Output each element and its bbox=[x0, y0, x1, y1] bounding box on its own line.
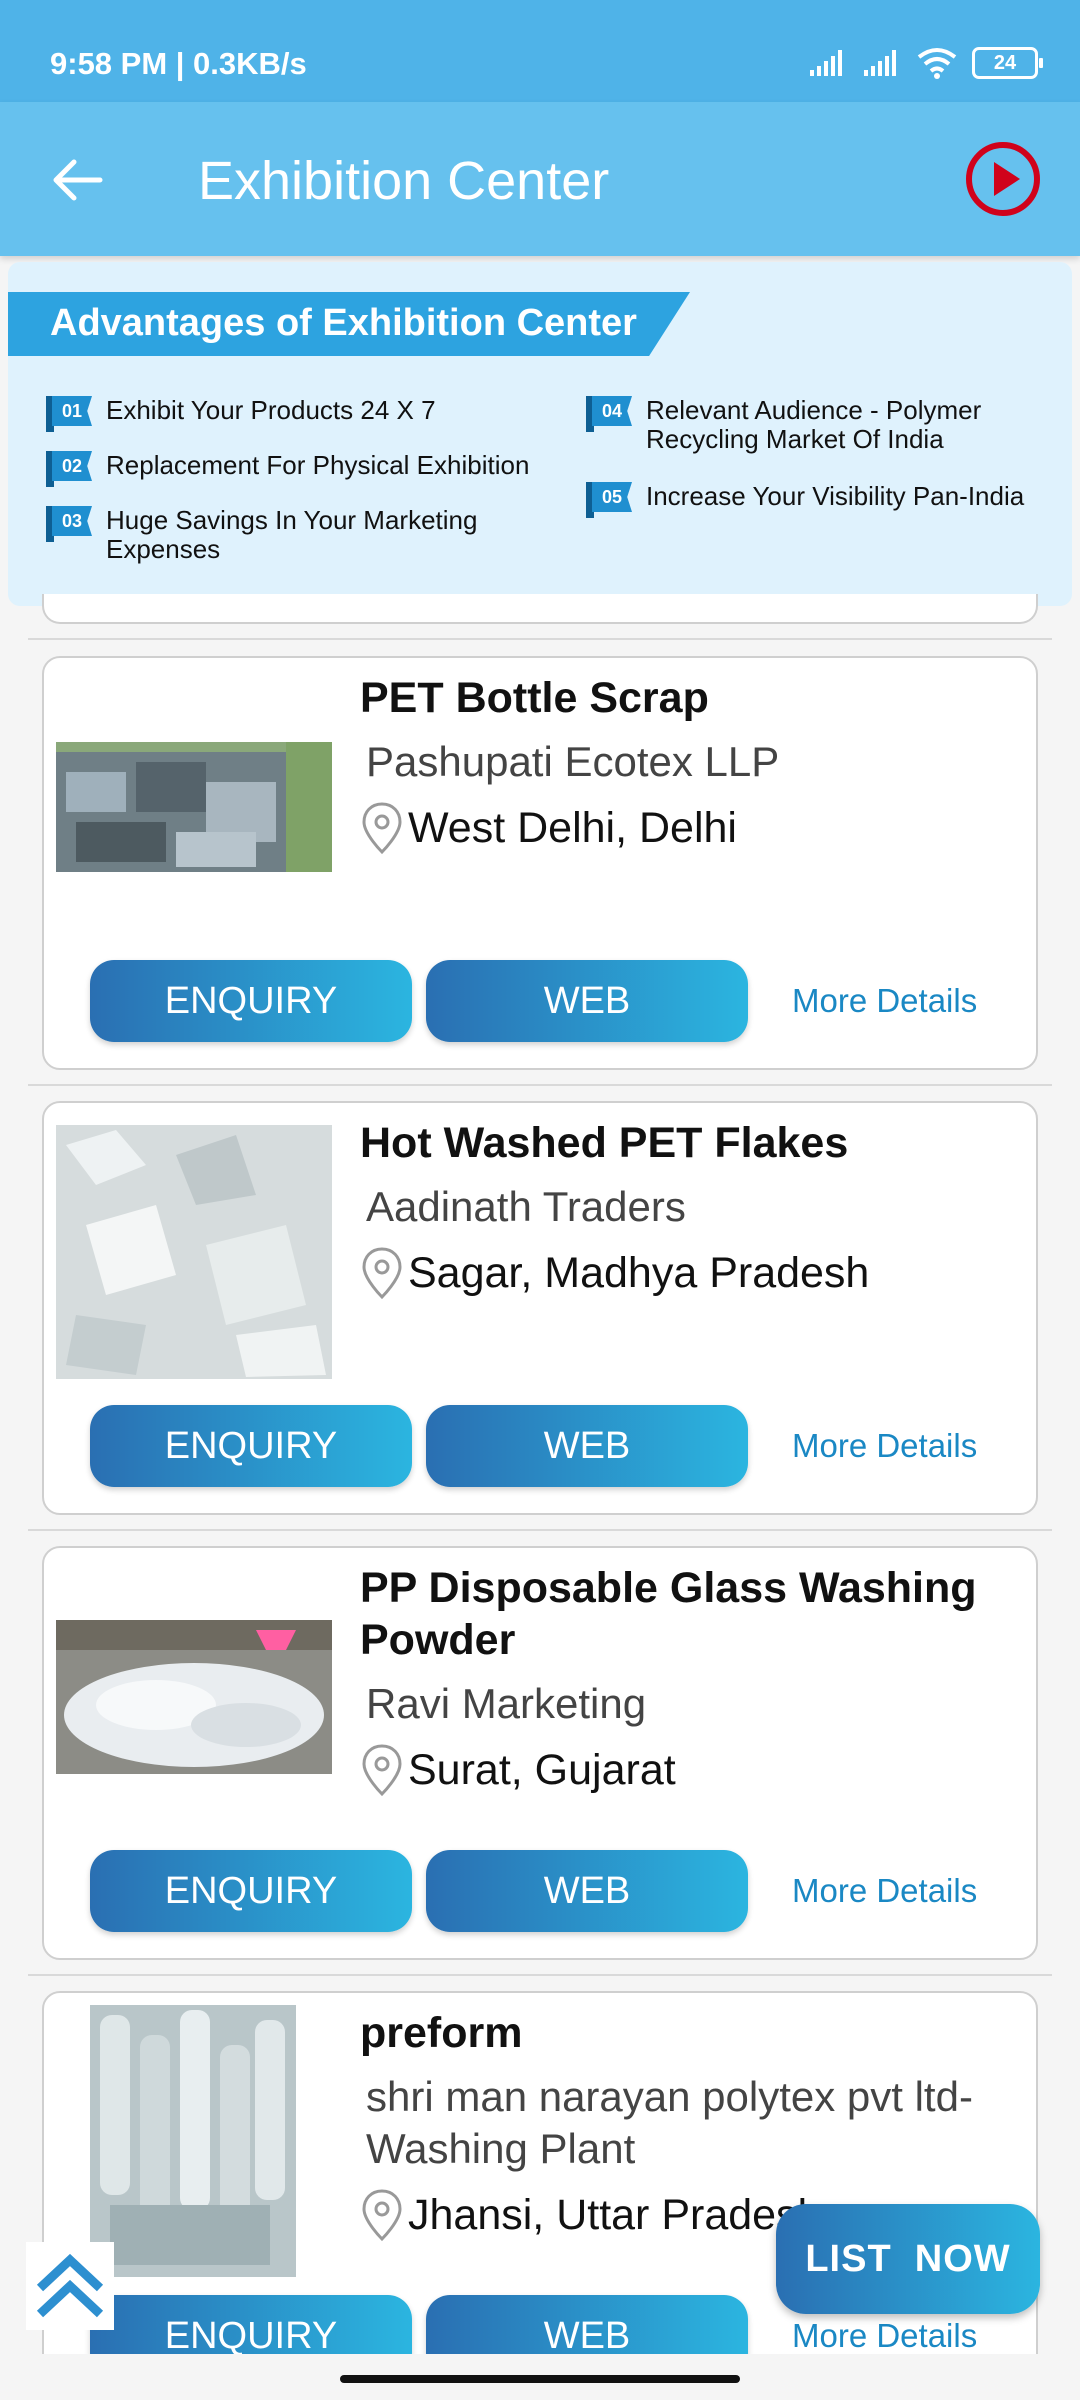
more-details-link[interactable]: More Details bbox=[792, 982, 977, 1020]
location-text: West Delhi, Delhi bbox=[408, 803, 737, 852]
product-name: PET Bottle Scrap bbox=[360, 674, 709, 722]
web-button[interactable]: WEB bbox=[426, 960, 748, 1042]
location: Jhansi, Uttar Pradesh bbox=[360, 2187, 821, 2243]
location-pin-icon bbox=[362, 1744, 402, 1797]
listing-card[interactable]: preform shri man narayan polytex pvt ltd… bbox=[42, 1991, 1038, 2400]
more-details-link[interactable]: More Details bbox=[792, 1427, 977, 1465]
location-text: Surat, Gujarat bbox=[408, 1745, 676, 1794]
product-image[interactable] bbox=[90, 2005, 296, 2277]
location-pin-icon bbox=[362, 802, 402, 855]
advantage-item: 01 Exhibit Your Products 24 X 7 bbox=[46, 396, 566, 432]
advantage-item: 03 Huge Savings In Your Marketing Expens… bbox=[46, 506, 536, 564]
enquiry-button[interactable]: ENQUIRY bbox=[90, 960, 412, 1042]
number-tag-icon: 03 bbox=[46, 506, 92, 542]
enquiry-button[interactable]: ENQUIRY bbox=[90, 1850, 412, 1932]
status-time: 9:58 PM | 0.3KB/s bbox=[50, 46, 307, 81]
location-pin-icon bbox=[362, 2189, 402, 2242]
battery-icon: 24 bbox=[972, 47, 1043, 79]
advantage-item: 05 Increase Your Visibility Pan-India bbox=[586, 482, 1066, 518]
status-icons: 24 bbox=[808, 44, 1043, 82]
list-now-button[interactable]: LIST NOW bbox=[776, 2204, 1040, 2314]
number-tag-icon: 02 bbox=[46, 451, 92, 487]
previous-card-edge bbox=[42, 594, 1038, 624]
product-name: preform bbox=[360, 2009, 523, 2057]
more-details-link[interactable]: More Details bbox=[792, 2317, 977, 2355]
more-details-link[interactable]: More Details bbox=[792, 1872, 977, 1910]
product-image[interactable] bbox=[56, 742, 332, 872]
signal-icon bbox=[810, 50, 842, 76]
location-text: Sagar, Madhya Pradesh bbox=[408, 1248, 870, 1297]
company-name: shri man narayan polytex pvt ltd-Washing… bbox=[366, 2073, 973, 2172]
company-name: Ravi Marketing bbox=[366, 1680, 647, 1727]
list-divider bbox=[28, 1529, 1052, 1531]
play-circle-icon bbox=[966, 142, 1040, 216]
list-divider bbox=[28, 638, 1052, 640]
app-bar: Exhibition Center bbox=[0, 102, 1080, 256]
scroll-to-top-button[interactable] bbox=[26, 2242, 114, 2330]
advantage-item: 02 Replacement For Physical Exhibition bbox=[46, 451, 586, 487]
listing-card[interactable]: PP Disposable Glass Washing Powder Ravi … bbox=[42, 1546, 1038, 1960]
list-divider bbox=[28, 1974, 1052, 1976]
double-chevron-up-icon bbox=[36, 2253, 104, 2318]
back-button[interactable] bbox=[40, 142, 116, 218]
wifi-icon bbox=[917, 48, 957, 79]
page-title: Exhibition Center bbox=[198, 151, 610, 211]
status-bar: 9:58 PM | 0.3KB/s 24 bbox=[0, 0, 1080, 102]
banner-title: Advantages of Exhibition Center bbox=[50, 302, 637, 344]
number-tag-icon: 01 bbox=[46, 396, 92, 432]
location: West Delhi, Delhi bbox=[360, 800, 737, 856]
location: Sagar, Madhya Pradesh bbox=[360, 1245, 869, 1301]
signal-icon-2 bbox=[864, 50, 896, 76]
company-name: Pashupati Ecotex LLP bbox=[366, 738, 780, 785]
number-tag-icon: 05 bbox=[586, 482, 632, 518]
product-image[interactable] bbox=[56, 1125, 332, 1379]
listing-card[interactable]: PET Bottle Scrap Pashupati Ecotex LLP We… bbox=[42, 656, 1038, 1070]
location-text: Jhansi, Uttar Pradesh bbox=[408, 2190, 822, 2239]
play-video-button[interactable] bbox=[964, 140, 1042, 218]
web-button[interactable]: WEB bbox=[426, 1405, 748, 1487]
location-pin-icon bbox=[362, 1247, 402, 1300]
advantage-item: 04 Relevant Audience - Polymer Recycling… bbox=[586, 396, 1056, 454]
listing-card[interactable]: Hot Washed PET Flakes Aadinath Traders S… bbox=[42, 1101, 1038, 1515]
product-name: Hot Washed PET Flakes bbox=[360, 1119, 849, 1167]
product-image[interactable] bbox=[56, 1620, 332, 1774]
product-name: PP Disposable Glass Washing Powder bbox=[360, 1564, 977, 1664]
list-divider bbox=[28, 1084, 1052, 1086]
home-indicator[interactable] bbox=[340, 2375, 740, 2383]
location: Surat, Gujarat bbox=[360, 1742, 676, 1798]
enquiry-button[interactable]: ENQUIRY bbox=[90, 1405, 412, 1487]
web-button[interactable]: WEB bbox=[426, 1850, 748, 1932]
arrow-left-icon bbox=[53, 159, 103, 201]
company-name: Aadinath Traders bbox=[366, 1183, 686, 1230]
number-tag-icon: 04 bbox=[586, 396, 632, 432]
advantages-banner: Advantages of Exhibition Center 01 Exhib… bbox=[8, 262, 1072, 606]
